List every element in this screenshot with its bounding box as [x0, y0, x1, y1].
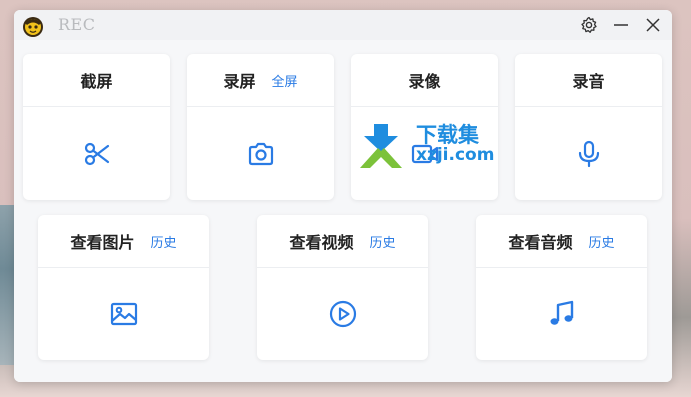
card-title: 查看音频 [508, 233, 573, 252]
main-content: 截屏 录屏 全屏 录像 录音 查看图片 历史 查看视频 历史 查看音频 历史 [14, 40, 672, 382]
image-icon [110, 302, 137, 326]
card-title: 录像 [408, 72, 441, 91]
card-header: 查看图片 历史 [38, 215, 209, 268]
video-record-card: 录像 [351, 54, 498, 200]
card-title: 录音 [572, 72, 605, 91]
screen-record-button[interactable] [187, 107, 334, 200]
minimize-button[interactable] [611, 15, 631, 35]
images-history-link[interactable]: 历史 [151, 232, 177, 251]
card-title: 查看视频 [289, 233, 354, 252]
close-icon [646, 18, 660, 32]
card-header: 查看视频 历史 [257, 215, 428, 268]
audio-record-card: 录音 [515, 54, 662, 200]
fullscreen-link[interactable]: 全屏 [272, 71, 298, 90]
card-title: 查看图片 [70, 233, 135, 252]
videos-history-link[interactable]: 历史 [370, 232, 396, 251]
view-images-card: 查看图片 历史 [38, 215, 209, 360]
screen-record-card: 录屏 全屏 [187, 54, 334, 200]
minimize-icon [614, 24, 628, 26]
screenshot-card: 截屏 [23, 54, 170, 200]
card-header: 录像 [351, 54, 498, 107]
audio-record-button[interactable] [515, 107, 662, 200]
view-audio-button[interactable] [476, 268, 647, 360]
card-title: 截屏 [80, 72, 113, 91]
scissors-icon [84, 142, 109, 165]
microphone-icon [578, 140, 599, 167]
app-logo-icon [23, 17, 43, 37]
card-header: 截屏 [23, 54, 170, 107]
view-images-button[interactable] [38, 268, 209, 360]
app-title: REC [58, 15, 96, 34]
settings-button[interactable] [579, 15, 599, 35]
app-window: REC 截屏 录屏 全屏 录像 录音 查看图片 历史 查看视频 历史 查看音频 … [14, 10, 672, 382]
audio-history-link[interactable]: 历史 [589, 232, 615, 251]
screenshot-button[interactable] [23, 107, 170, 200]
play-circle-icon [329, 300, 356, 328]
card-header: 录屏 全屏 [187, 54, 334, 107]
gear-icon [581, 16, 597, 33]
card-title: 录屏 [223, 72, 256, 91]
music-note-icon [550, 300, 573, 325]
view-audio-card: 查看音频 历史 [476, 215, 647, 360]
desktop-background [0, 205, 14, 365]
close-button[interactable] [643, 15, 663, 35]
card-header: 查看音频 历史 [476, 215, 647, 268]
view-videos-card: 查看视频 历史 [257, 215, 428, 360]
camera-icon [248, 142, 273, 165]
view-videos-button[interactable] [257, 268, 428, 360]
video-record-button[interactable] [351, 107, 498, 200]
card-header: 录音 [515, 54, 662, 107]
titlebar[interactable]: REC [14, 10, 672, 40]
video-icon [411, 144, 438, 163]
